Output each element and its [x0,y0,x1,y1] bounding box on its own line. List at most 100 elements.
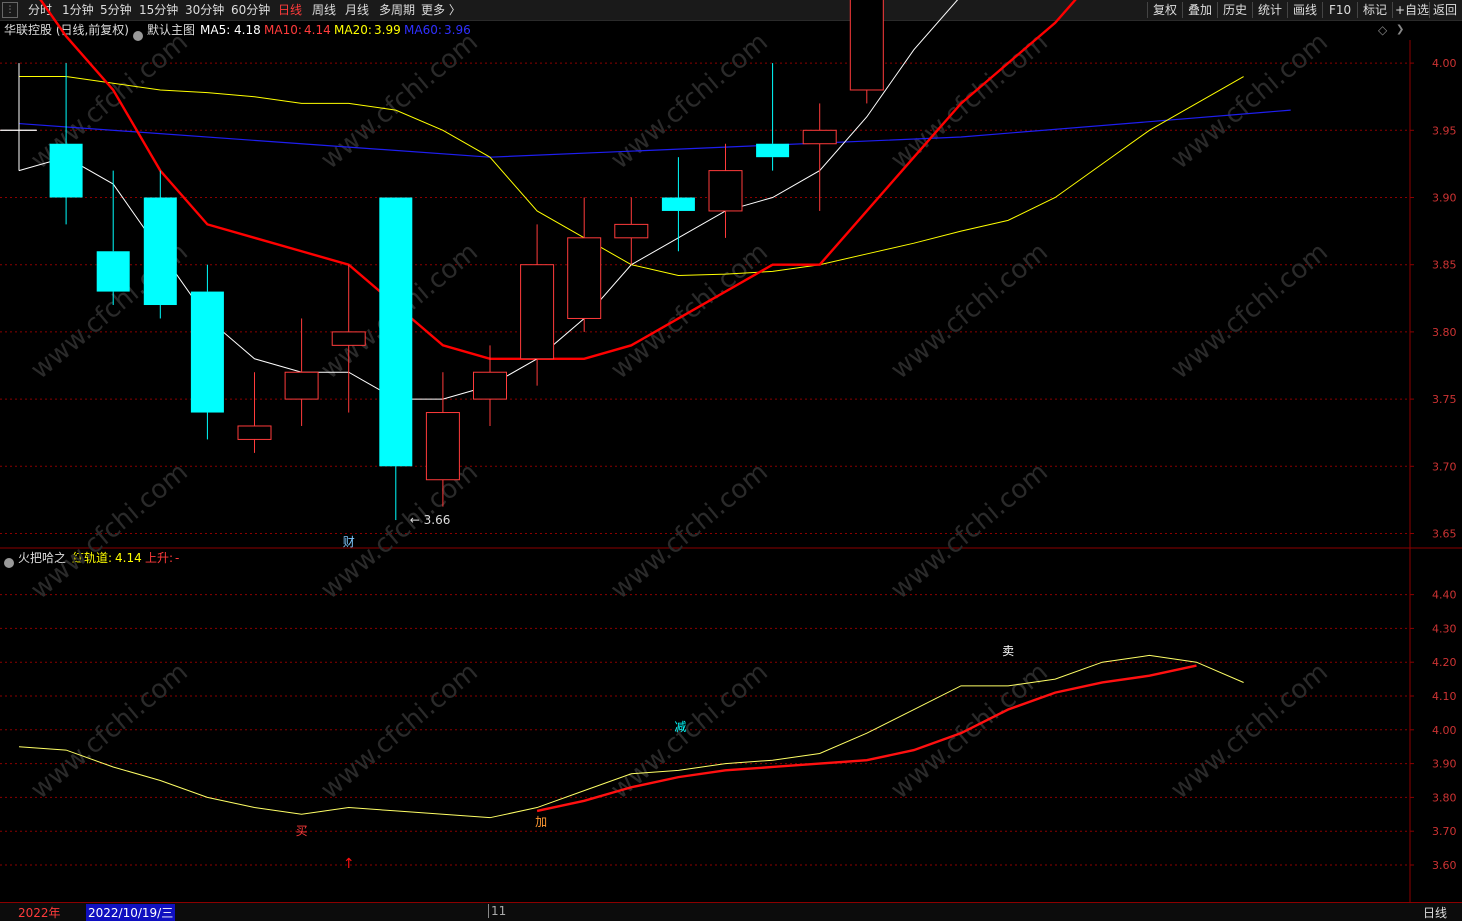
price-tick-label: 3.80 [1432,326,1457,339]
up-arrow-icon: ↑ [343,856,355,872]
history-button[interactable]: 历史 [1223,2,1247,18]
candle-body [473,371,507,400]
red-track-value: 4.14 [115,551,142,565]
tab-15min[interactable]: 15分钟 [139,2,178,18]
tab-more[interactable]: 更多 〉 [421,2,461,18]
candle-body [379,197,413,467]
finance-marker: 财 [343,535,355,549]
add-signal: 加 [535,815,547,829]
watermark-text: www.cfchi.com [605,457,774,605]
indicator-tick-label: 4.40 [1432,589,1457,602]
indicator-red-track [536,664,1197,813]
price-tick-label: 4.00 [1432,57,1457,70]
draw-button[interactable]: 画线 [1293,2,1317,18]
tab-60min[interactable]: 60分钟 [231,2,270,18]
watermark-text: www.cfchi.com [885,657,1054,805]
period-toolbar: ⋮ 分时 1分钟 5分钟 15分钟 30分钟 60分钟 日线 周线 月线 多周期… [0,0,1462,21]
main-chart-header: 华联控股 (日线,前复权) 默认主图 MA5: 4.18 MA10: 4.14 … [0,20,1410,41]
reduce-signal: 减 [674,720,686,734]
candle-body [143,197,177,306]
price-tick-label: 3.85 [1432,259,1457,272]
candle-body [331,331,366,346]
tab-monthly[interactable]: 月线 [345,2,369,18]
tab-weekly[interactable]: 周线 [312,2,336,18]
indicator-tick-label: 4.30 [1432,622,1457,635]
ma10-line [39,0,1077,360]
indicator-header: 火把哈之 红轨道: 4.14 上升: - [0,549,1410,568]
template-name[interactable]: 默认主图 [147,20,195,40]
tab-daily[interactable]: 日线 [278,2,302,18]
diamond-icon[interactable]: ◇ [1378,20,1387,40]
back-button[interactable]: 返回 [1433,2,1457,18]
watermark-text: www.cfchi.com [25,457,194,605]
ma60-value: 3.96 [444,23,471,37]
price-tick-label: 3.90 [1432,192,1457,205]
cursor-date: 2022/10/19/三 [86,904,176,921]
tab-30min[interactable]: 30分钟 [185,2,224,18]
tab-1min[interactable]: 1分钟 [62,2,94,18]
tab-multi-period[interactable]: 多周期 [379,2,415,18]
stock-title[interactable]: 华联控股 (日线,前复权) [4,20,129,40]
rise-label: 上升: [145,551,174,565]
sell-signal: 卖 [1002,644,1014,658]
watermark-text: www.cfchi.com [1165,657,1334,805]
watermark-text: www.cfchi.com [25,27,194,175]
tab-fenshi[interactable]: 分时 [28,2,52,18]
menu-icon[interactable]: ⋮ [2,2,18,18]
f10-button[interactable]: F10 [1329,2,1351,18]
ma10-value: 4.14 [304,23,331,37]
indicator-menu-icon[interactable] [4,553,14,571]
candle-body [190,291,224,413]
indicator-yellow-line [18,654,1244,819]
indicator-tick-label: 4.00 [1432,724,1457,737]
candle-body [96,251,130,292]
ma5-line [18,0,959,400]
indicator-tick-label: 4.10 [1432,690,1457,703]
candle-body [284,371,319,400]
candle-body [614,223,649,239]
watermark-text: www.cfchi.com [315,657,484,805]
template-icon[interactable] [133,25,143,45]
rise-value: - [175,551,180,565]
candle-body [661,197,695,211]
ma10-label: MA10: [264,23,302,37]
status-bar: 2022年 2022/10/19/三 11 日线 [0,902,1462,921]
red-track-label: 红轨道: [72,551,113,565]
watermark-text: www.cfchi.com [885,237,1054,385]
stats-button[interactable]: 统计 [1258,2,1282,18]
indicator-tick-label: 3.90 [1432,758,1457,771]
price-tick-label: 3.75 [1432,393,1457,406]
watermark-text: www.cfchi.com [605,657,774,805]
watermark-text: www.cfchi.com [885,457,1054,605]
tab-5min[interactable]: 5分钟 [100,2,132,18]
period-label[interactable]: 日线 [1423,904,1447,921]
watermark-text: www.cfchi.com [1165,237,1334,385]
year-label: 2022年 [18,906,61,920]
add-watchlist-button[interactable]: +自选 [1395,2,1429,18]
buy-signal: 买 [296,824,308,838]
mark-button[interactable]: 标记 [1363,2,1387,18]
candle-body [802,129,837,145]
ma5-value: 4.18 [234,23,261,37]
candle-body [425,412,460,481]
ma60-label: MA60: [404,23,442,37]
overlay-button[interactable]: 叠加 [1188,2,1212,18]
ma20-label: MA20: [334,23,372,37]
price-tick-label: 3.95 [1432,124,1457,137]
indicator-tick-label: 3.60 [1432,859,1457,872]
indicator-name[interactable]: 火把哈之 [18,549,66,567]
ma60-line [18,109,1291,158]
adjust-button[interactable]: 复权 [1153,2,1177,18]
watermark-text: www.cfchi.com [315,27,484,175]
chevron-right-icon[interactable]: ❯ [1396,20,1404,40]
watermark-text: www.cfchi.com [25,657,194,805]
watermark-text: www.cfchi.com [315,237,484,385]
ma20-line [19,76,1244,276]
indicator-tick-label: 4.20 [1432,656,1457,669]
watermark-text: www.cfchi.com [1165,27,1334,175]
price-tick-label: 3.65 [1432,528,1457,541]
candle-body [708,170,743,212]
ma5-label: MA5: [200,23,231,37]
candle-body [567,237,602,319]
indicator-tick-label: 3.80 [1432,791,1457,804]
